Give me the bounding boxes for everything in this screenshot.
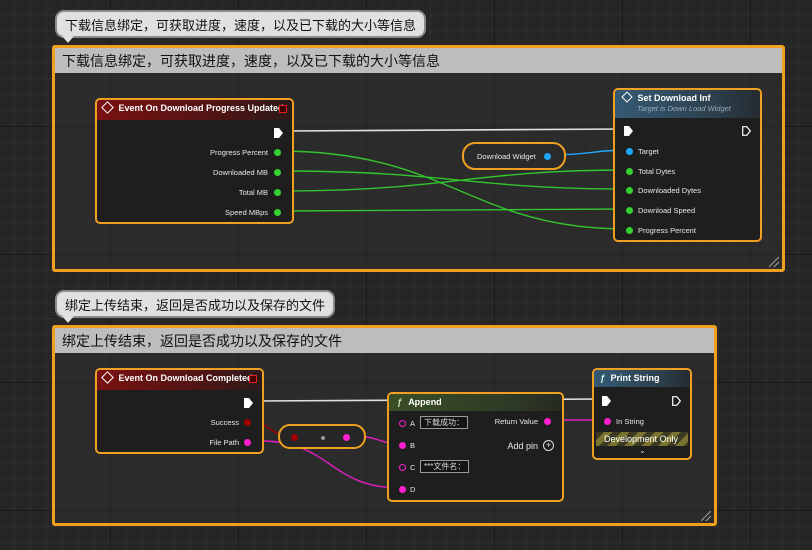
- function-icon: ƒ: [397, 397, 403, 407]
- pin-label: Download Speed: [638, 206, 696, 215]
- event-download-completed-node[interactable]: Event On Download Completed Success File…: [95, 368, 264, 454]
- exec-out-pin[interactable]: [244, 398, 253, 408]
- float-pin[interactable]: [274, 149, 281, 156]
- delegate-pin[interactable]: [279, 105, 287, 113]
- print-string-node[interactable]: ƒ Print String In String Development Onl…: [592, 368, 692, 460]
- development-only-label: Development Only: [604, 434, 679, 444]
- pin-label: Target: [638, 147, 659, 156]
- event-icon: [101, 371, 114, 384]
- exec-out-pin[interactable]: [274, 128, 283, 138]
- string-input-c[interactable]: ***文件名：: [420, 460, 470, 473]
- variable-label: Download Widget: [477, 152, 536, 161]
- pin-label: Speed MBps: [225, 208, 268, 217]
- string-input-a[interactable]: 下载成功：: [420, 416, 468, 429]
- object-pin[interactable]: [626, 148, 633, 155]
- function-icon: ƒ: [600, 373, 606, 383]
- float-pin[interactable]: [626, 168, 633, 175]
- float-pin[interactable]: [274, 169, 281, 176]
- pin-label: Downloaded Dytes: [638, 186, 701, 195]
- string-pin[interactable]: [399, 420, 406, 427]
- conversion-dot-icon: [321, 436, 325, 440]
- comment-bubble[interactable]: 下载信息绑定，可获取进度，速度，以及已下载的大小等信息: [55, 10, 427, 38]
- node-header: Set Download Inf Target is Down Load Wid…: [615, 90, 760, 118]
- pin-label: Downloaded MB: [212, 168, 268, 177]
- exec-out-pin[interactable]: [672, 396, 681, 406]
- pin-label: Total MB: [238, 188, 268, 197]
- bool-pin[interactable]: [244, 419, 251, 426]
- pin-label: Progress Percent: [638, 226, 696, 235]
- object-pin[interactable]: [544, 153, 551, 160]
- string-pin[interactable]: [544, 418, 551, 425]
- string-pin[interactable]: [244, 439, 251, 446]
- node-title: Print String: [610, 373, 660, 383]
- node-header: ƒ Print String: [594, 370, 690, 387]
- pin-label: File Path: [209, 438, 239, 447]
- delegate-pin[interactable]: [249, 375, 257, 383]
- exec-out-pin[interactable]: [742, 126, 751, 136]
- node-title: Set Download Inf: [637, 93, 711, 103]
- comment-bubble-tail: [62, 316, 74, 323]
- string-pin[interactable]: [399, 464, 406, 471]
- exec-in-pin[interactable]: [624, 126, 633, 136]
- node-header: Event On Download Progress Updated: [97, 100, 292, 120]
- float-pin[interactable]: [626, 207, 633, 214]
- chevron-down-icon[interactable]: ⌄: [639, 446, 646, 455]
- string-pin[interactable]: [399, 442, 406, 449]
- event-download-progress-node[interactable]: Event On Download Progress Updated Progr…: [95, 98, 294, 224]
- string-pin[interactable]: [604, 418, 611, 425]
- exec-wire: [283, 128, 627, 132]
- pin-label: In String: [616, 417, 644, 426]
- function-icon: [621, 91, 633, 103]
- download-widget-getter[interactable]: Download Widget: [462, 142, 566, 170]
- comment-bubble-tail: [62, 36, 74, 43]
- exec-in-pin[interactable]: [602, 396, 611, 406]
- float-pin[interactable]: [626, 187, 633, 194]
- pin-label: B: [410, 441, 416, 450]
- event-icon: [101, 101, 114, 114]
- node-header: Event On Download Completed: [97, 370, 262, 390]
- pin-label: Progress Percent: [210, 148, 268, 157]
- node-title: Event On Download Progress Updated: [118, 103, 284, 113]
- node-title: Append: [408, 397, 442, 407]
- node-subtitle: Target is Down Load Widget: [637, 104, 731, 113]
- float-pin[interactable]: [274, 189, 281, 196]
- pin-label: C: [410, 463, 416, 472]
- add-pin-label[interactable]: Add pin: [507, 441, 538, 451]
- float-wire: [277, 170, 628, 190]
- set-download-inf-node[interactable]: Set Download Inf Target is Down Load Wid…: [613, 88, 762, 242]
- string-pin[interactable]: [343, 434, 350, 441]
- string-pin[interactable]: [399, 486, 406, 493]
- add-pin-icon[interactable]: +: [543, 440, 554, 451]
- float-wire: [277, 208, 628, 212]
- float-pin[interactable]: [274, 209, 281, 216]
- pin-label: Total Dytes: [638, 167, 676, 176]
- pin-label: Success: [210, 418, 239, 427]
- bool-to-string-conversion-node[interactable]: [278, 424, 366, 449]
- node-title: Event On Download Completed: [118, 373, 253, 383]
- append-node[interactable]: ƒ Append A 下载成功： B C ***文件名： D Return Va…: [387, 392, 564, 502]
- return-value-label: Return Value: [494, 417, 538, 426]
- float-pin[interactable]: [626, 227, 633, 234]
- comment-bubble[interactable]: 绑定上传结束，返回是否成功以及保存的文件: [55, 290, 336, 318]
- pin-label: D: [410, 485, 416, 494]
- node-header: ƒ Append: [389, 394, 562, 411]
- bool-pin[interactable]: [291, 434, 298, 441]
- pin-label: A: [410, 419, 416, 428]
